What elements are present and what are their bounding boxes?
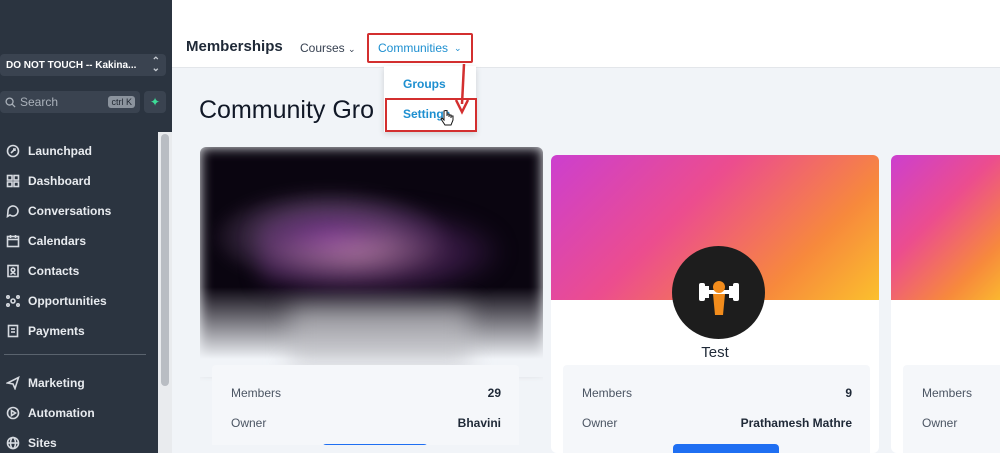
sidebar: DO NOT TOUCH -- Kakina... ⌃ ⌄ Search ctrl…	[0, 0, 172, 453]
stat-value: Bhavini	[457, 416, 501, 430]
stat-label: Members	[231, 386, 282, 400]
calendar-icon	[6, 235, 20, 248]
sidebar-item-label: Marketing	[28, 376, 85, 390]
community-avatar	[672, 246, 765, 339]
sidebar-item-label: Opportunities	[28, 294, 107, 308]
sidebar-item-label: Sites	[28, 436, 57, 450]
page-header-title: Memberships	[186, 38, 283, 55]
community-name: Test	[701, 344, 729, 361]
stat-owner: Owner Prathamesh Mathre	[582, 416, 870, 430]
globe-icon	[6, 436, 20, 450]
opportunities-icon	[6, 295, 20, 307]
sparkle-icon[interactable]: ✦	[144, 91, 166, 113]
sidebar-nav: Launchpad Dashboard Conversations Calend…	[0, 136, 158, 346]
tab-communities-label: Communities	[378, 41, 449, 55]
page-title: Community Gro	[199, 96, 375, 124]
sidebar-item-contacts[interactable]: Contacts	[0, 256, 158, 286]
open-community-button[interactable]	[673, 444, 779, 453]
search-placeholder: Search	[20, 95, 59, 109]
sidebar-scrollbar[interactable]	[158, 132, 172, 453]
contacts-icon	[7, 264, 19, 278]
open-community-button[interactable]	[322, 444, 428, 445]
community-banner	[891, 155, 1000, 300]
community-card[interactable]: Members Owner	[891, 155, 1000, 453]
stat-value: 29	[487, 386, 501, 400]
sidebar-item-label: Dashboard	[28, 174, 91, 188]
sidebar-item-sites[interactable]: Sites	[0, 428, 158, 453]
chat-icon	[6, 205, 19, 218]
sidebar-nav-secondary: Marketing Automation Sites	[0, 368, 158, 453]
payments-icon	[7, 324, 19, 338]
sidebar-item-label: Contacts	[28, 264, 80, 278]
sidebar-item-payments[interactable]: Payments	[0, 316, 158, 346]
stat-label: Members	[922, 386, 973, 400]
top-header: Memberships Courses ⌄ Communities ⌄	[172, 0, 1000, 68]
tab-courses-label: Courses	[300, 41, 345, 55]
scrollbar-thumb[interactable]	[161, 134, 169, 386]
sidebar-item-marketing[interactable]: Marketing	[0, 368, 158, 398]
account-switcher[interactable]: DO NOT TOUCH -- Kakina... ⌃ ⌄	[0, 54, 166, 76]
chevron-down-icon: ⌄	[348, 44, 356, 54]
sidebar-item-calendars[interactable]: Calendars	[0, 226, 158, 256]
stat-label: Owner	[582, 416, 618, 430]
stat-value: Prathamesh Mathre	[740, 416, 852, 430]
sidebar-item-opportunities[interactable]: Opportunities	[0, 286, 158, 316]
search-bar[interactable]: Search ctrl K	[0, 91, 140, 113]
sidebar-item-conversations[interactable]: Conversations	[0, 196, 158, 226]
stat-label: Members	[582, 386, 633, 400]
sidebar-item-label: Conversations	[28, 204, 112, 218]
stat-label: Owner	[922, 416, 958, 430]
stat-label: Owner	[231, 416, 267, 430]
fitness-icon	[698, 280, 739, 315]
sidebar-divider	[4, 354, 146, 355]
sidebar-item-label: Payments	[28, 324, 85, 338]
stat-owner: Owner	[922, 416, 1000, 430]
stat-members: Members 9	[582, 386, 870, 400]
card-stats: Members Owner	[903, 365, 1000, 453]
blur-gray	[290, 307, 470, 367]
chevron-updown-icon: ⌃ ⌄	[151, 56, 160, 74]
sidebar-item-label: Automation	[28, 406, 95, 420]
sidebar-item-label: Calendars	[28, 234, 87, 248]
blur-highlight	[260, 207, 500, 297]
sidebar-item-label: Launchpad	[28, 144, 93, 158]
automation-icon	[6, 406, 20, 420]
search-shortcut: ctrl K	[108, 96, 135, 108]
sidebar-item-launchpad[interactable]: Launchpad	[0, 136, 158, 166]
rocket-icon	[6, 144, 20, 158]
stat-members: Members 29	[231, 386, 519, 400]
cursor-hand-icon	[440, 110, 454, 126]
tab-communities[interactable]: Communities ⌄	[367, 33, 473, 63]
grid-icon	[6, 174, 20, 188]
chevron-down-icon: ⌄	[454, 42, 462, 53]
sidebar-item-automation[interactable]: Automation	[0, 398, 158, 428]
card-stats: Members 9 Owner Prathamesh Mathre	[563, 365, 870, 453]
community-card[interactable]: Test Members 9 Owner Prathamesh Mathre	[551, 155, 879, 453]
card-stats: Members 29 Owner Bhavini	[212, 365, 519, 445]
stat-value: 9	[845, 386, 852, 400]
sidebar-item-dashboard[interactable]: Dashboard	[0, 166, 158, 196]
account-name: DO NOT TOUCH -- Kakina...	[6, 59, 137, 71]
stat-members: Members	[922, 386, 1000, 400]
send-icon	[6, 376, 20, 390]
search-icon	[5, 96, 16, 108]
community-card[interactable]: Members 29 Owner Bhavini	[200, 147, 543, 445]
tab-courses[interactable]: Courses ⌄	[300, 41, 356, 55]
stat-owner: Owner Bhavini	[231, 416, 519, 430]
